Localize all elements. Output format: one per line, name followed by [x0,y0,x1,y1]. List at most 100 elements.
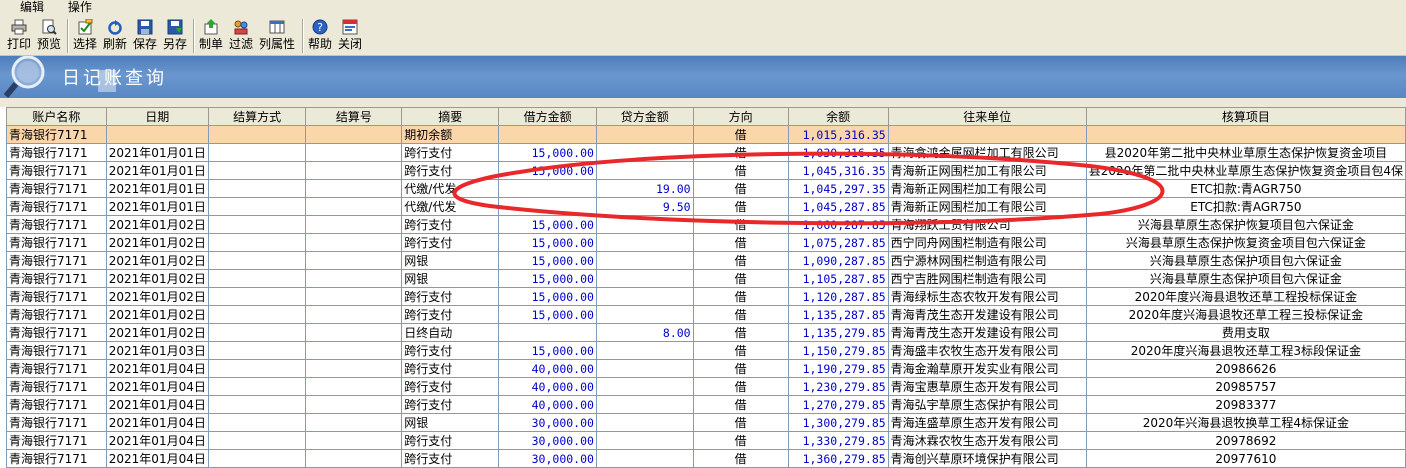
cell-settlement-number[interactable] [305,305,403,324]
cell-summary[interactable]: 跨行支付 [401,287,500,306]
col-header-summary[interactable]: 摘要 [401,107,500,126]
cell-accounting-item[interactable]: 20977610 [1085,449,1406,468]
cell-direction[interactable]: 借 [692,323,789,342]
cell-debit[interactable]: 30,000.00 [498,431,597,450]
table-row[interactable]: 青海银行7171 2021年01月04日 网银 30,000.00 借 1,300,279… [6,413,1406,432]
table-row[interactable]: 青海银行7171 2021年01月04日 跨行支付 40,000.00 借 1,270,2… [6,395,1406,414]
cell-settlement-method[interactable] [207,377,307,396]
cell-date[interactable]: 2021年01月04日 [105,377,209,396]
menu-operate[interactable]: 操作 [68,1,92,13]
cell-balance[interactable]: 1,330,279.85 [787,431,889,450]
cell-summary[interactable]: 跨行支付 [401,233,500,252]
cell-accounting-item[interactable]: 兴海县草原生态保护项目包六保证金 [1085,251,1406,270]
cell-accounting-item[interactable]: 20978692 [1085,431,1406,450]
cell-balance[interactable]: 1,230,279.85 [787,377,889,396]
col-header-direction[interactable]: 方向 [692,107,789,126]
cell-balance[interactable]: 1,270,279.85 [787,395,889,414]
table-row[interactable]: 青海银行7171 2021年01月04日 跨行支付 40,000.00 借 1,190,2… [6,359,1406,378]
cell-accounting-item[interactable]: 2020年度兴海县退牧还草工程三投标保证金 [1085,305,1406,324]
cell-counterparty[interactable]: 青海金瀚草原开发实业有限公司 [887,359,1087,378]
cell-accounting-item[interactable]: ETC扣款:青AGR750 [1085,197,1406,216]
cell-settlement-method[interactable] [207,179,307,198]
cell-settlement-number[interactable] [305,143,403,162]
cell-date[interactable]: 2021年01月02日 [105,269,209,288]
cell-summary[interactable]: 网银 [401,269,500,288]
cell-settlement-number[interactable] [305,377,403,396]
cell-credit[interactable] [595,125,694,144]
cell-date[interactable]: 2021年01月03日 [105,341,209,360]
cell-direction[interactable]: 借 [692,395,789,414]
cell-date[interactable]: 2021年01月02日 [105,215,209,234]
close-button[interactable]: 关闭 [337,17,363,53]
cell-summary[interactable]: 期初余额 [401,125,500,144]
cell-counterparty[interactable]: 青海新正网围栏加工有限公司 [887,179,1087,198]
cell-direction[interactable]: 借 [692,269,789,288]
cell-debit[interactable]: 15,000.00 [498,161,597,180]
table-row[interactable]: 青海银行7171 2021年01月04日 跨行支付 30,000.00 借 1,360,2… [6,449,1406,468]
cell-settlement-method[interactable] [207,395,307,414]
cell-summary[interactable]: 跨行支付 [401,377,500,396]
cell-balance[interactable]: 1,045,297.35 [787,179,889,198]
col-header-settlement-number[interactable]: 结算号 [305,107,403,126]
table-row[interactable]: 青海银行7171 2021年01月02日 网银 15,000.00 借 1,105,287… [6,269,1406,288]
cell-summary[interactable]: 代缴/代发 [401,179,500,198]
cell-date[interactable]: 2021年01月02日 [105,251,209,270]
cell-debit[interactable]: 15,000.00 [498,233,597,252]
cell-settlement-method[interactable] [207,287,307,306]
cell-settlement-method[interactable] [207,341,307,360]
cell-settlement-method[interactable] [207,251,307,270]
cell-account[interactable]: 青海银行7171 [6,341,107,360]
cell-direction[interactable]: 借 [692,305,789,324]
cell-direction[interactable]: 借 [692,215,789,234]
cell-settlement-number[interactable] [305,413,403,432]
table-row[interactable]: 青海银行7171 2021年01月04日 跨行支付 30,000.00 借 1,330,2… [6,431,1406,450]
cell-account[interactable]: 青海银行7171 [6,161,107,180]
cell-account[interactable]: 青海银行7171 [6,395,107,414]
table-row[interactable]: 青海银行7171 2021年01月01日 跨行支付 15,000.00 借 1,045,3… [6,161,1406,180]
cell-settlement-method[interactable] [207,143,307,162]
cell-settlement-method[interactable] [207,431,307,450]
cell-summary[interactable]: 日终自动 [401,323,500,342]
cell-direction[interactable]: 借 [692,197,789,216]
cell-account[interactable]: 青海银行7171 [6,305,107,324]
cell-accounting-item[interactable]: 20985757 [1085,377,1406,396]
col-header-credit[interactable]: 贷方金额 [595,107,694,126]
cell-balance[interactable]: 1,060,287.85 [787,215,889,234]
cell-accounting-item[interactable]: 20986626 [1085,359,1406,378]
cell-account[interactable]: 青海银行7171 [6,359,107,378]
cell-settlement-method[interactable] [207,215,307,234]
cell-debit[interactable]: 15,000.00 [498,215,597,234]
select-button[interactable]: 选择 [72,17,98,53]
cell-date[interactable]: 2021年01月04日 [105,359,209,378]
cell-balance[interactable]: 1,190,279.85 [787,359,889,378]
cell-account[interactable]: 青海银行7171 [6,287,107,306]
cell-account[interactable]: 青海银行7171 [6,197,107,216]
cell-credit[interactable] [595,161,694,180]
cell-settlement-method[interactable] [207,161,307,180]
cell-counterparty[interactable]: 西宁源林网围栏制造有限公司 [887,251,1087,270]
cell-direction[interactable]: 借 [692,431,789,450]
cell-credit[interactable]: 19.00 [595,179,694,198]
cell-counterparty[interactable]: 西宁同舟网围栏制造有限公司 [887,233,1087,252]
cell-settlement-number[interactable] [305,215,403,234]
table-row[interactable]: 青海银行7171 2021年01月02日 跨行支付 15,000.00 借 1,060,2… [6,215,1406,234]
cell-balance[interactable]: 1,090,287.85 [787,251,889,270]
cell-balance[interactable]: 1,120,287.85 [787,287,889,306]
cell-direction[interactable]: 借 [692,413,789,432]
cell-counterparty[interactable] [887,125,1087,144]
table-row[interactable]: 青海银行7171 2021年01月02日 跨行支付 15,000.00 借 1,120,2… [6,287,1406,306]
col-header-counterparty[interactable]: 往来单位 [887,107,1087,126]
cell-direction[interactable]: 借 [692,359,789,378]
cell-credit[interactable] [595,251,694,270]
cell-counterparty[interactable]: 青海青茂生态开发建设有限公司 [887,305,1087,324]
cell-debit[interactable]: 40,000.00 [498,377,597,396]
cell-counterparty[interactable]: 青海盛丰农牧生态开发有限公司 [887,341,1087,360]
cell-summary[interactable]: 网银 [401,251,500,270]
table-row[interactable]: 青海银行7171 2021年01月01日 代缴/代发 19.00 借 1,045,297.… [6,179,1406,198]
help-button[interactable]: ? 帮助 [307,17,333,53]
save-as-button[interactable]: 另存 [162,17,188,53]
cell-summary[interactable]: 跨行支付 [401,431,500,450]
menu-edit[interactable]: 编辑 [20,1,44,13]
cell-credit[interactable] [595,269,694,288]
cell-account[interactable]: 青海银行7171 [6,449,107,468]
